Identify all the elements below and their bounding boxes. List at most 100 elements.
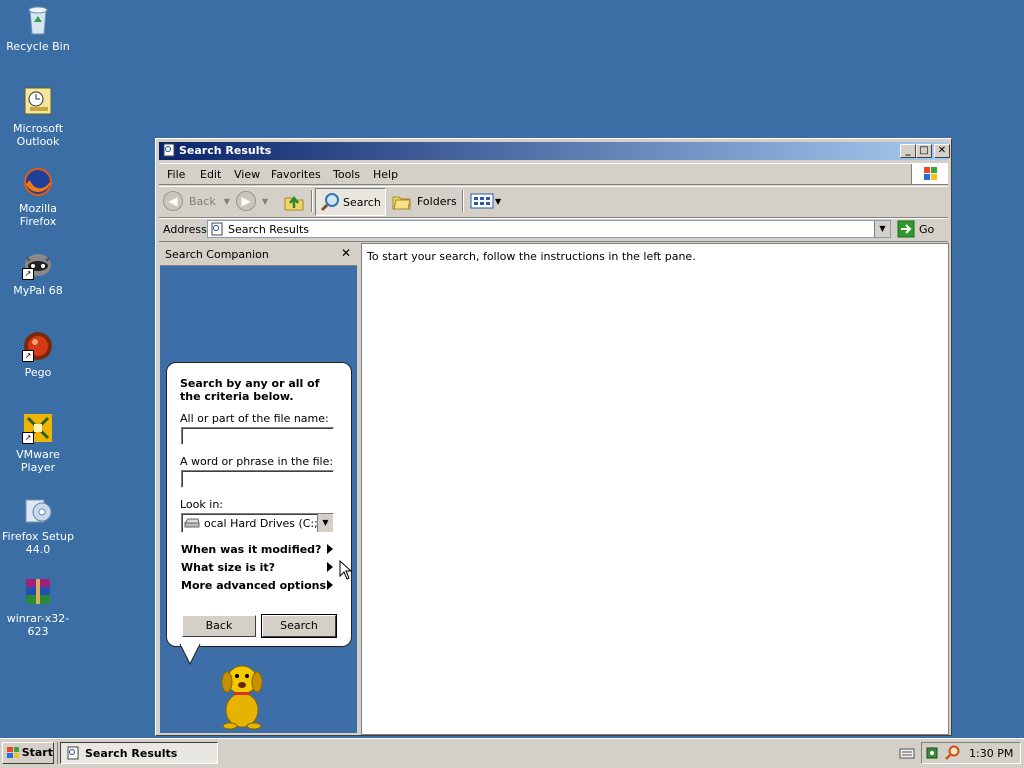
back-arrow-icon: ◀ — [163, 191, 183, 211]
phrase-input[interactable] — [181, 470, 334, 488]
start-label: Start — [21, 746, 53, 759]
go-button[interactable]: Go — [897, 219, 934, 239]
desktop-icon-label: Firefox Setup 44.0 — [2, 530, 74, 556]
winrar-icon — [22, 576, 54, 608]
filename-input[interactable] — [181, 427, 334, 445]
companion-close-icon[interactable]: ✕ — [341, 246, 351, 260]
desktop-icon-pego[interactable]: ↗ Pego — [0, 330, 76, 379]
views-button[interactable]: ▼ — [470, 187, 501, 215]
lookin-select[interactable]: ocal Hard Drives (C:;E:) ▼ — [181, 513, 334, 533]
task-label: Search Results — [85, 746, 178, 760]
start-button[interactable]: Start — [2, 742, 54, 764]
go-label: Go — [919, 222, 935, 236]
companion-back-button[interactable]: Back — [182, 615, 256, 637]
windows-start-icon — [7, 747, 19, 758]
menu-edit[interactable]: Edit — [200, 168, 221, 181]
go-arrow-icon — [897, 220, 915, 238]
option-size-label: What size is it? — [181, 561, 276, 574]
window-icon — [162, 143, 176, 157]
up-folder-button[interactable] — [283, 187, 305, 215]
back-dropdown-icon: ▼ — [223, 196, 230, 206]
mouse-cursor-icon — [339, 559, 353, 583]
desktop-icon-label: winrar-x32-623 — [6, 612, 70, 638]
search-tray-icon[interactable] — [944, 745, 960, 764]
desktop-icon-outlook[interactable]: Microsoft Outlook — [0, 86, 76, 148]
companion-header: Search Companion ✕ — [160, 243, 357, 266]
back-button[interactable]: ◀ Back ▼ — [163, 187, 230, 215]
folders-button[interactable]: Folders — [391, 187, 457, 215]
expand-arrow-icon — [327, 544, 333, 554]
clock: 1:30 PM — [969, 747, 1014, 760]
desktop-icon-vmware[interactable]: ↗ VMware Player — [0, 412, 76, 474]
forward-dropdown-icon: ▼ — [262, 196, 269, 206]
close-button[interactable]: ✕ — [934, 144, 950, 158]
search-button[interactable]: Search — [315, 188, 386, 216]
search-results-window: Search Results _ □ ✕ File Edit View Favo… — [155, 138, 952, 736]
views-icon — [470, 193, 494, 209]
lookin-dropdown-button[interactable]: ▼ — [317, 514, 333, 532]
search-page-icon — [210, 222, 224, 239]
search-page-icon — [67, 746, 79, 760]
option-advanced-label: More advanced options — [181, 579, 327, 592]
search-label: Search — [343, 195, 381, 209]
title-bar[interactable]: Search Results _ □ ✕ — [159, 142, 950, 160]
taskbar-task-search-results[interactable]: Search Results — [60, 742, 218, 764]
up-folder-icon — [284, 195, 304, 211]
desktop-icon-label: Recycle Bin — [6, 40, 70, 53]
outlook-icon — [22, 86, 54, 118]
back-label: Back — [189, 194, 216, 208]
address-dropdown-button[interactable]: ▼ — [874, 221, 890, 237]
search-companion-pane: Search by any or all of the criteria bel… — [160, 266, 357, 733]
companion-title: Search Companion — [165, 248, 269, 261]
menu-tools[interactable]: Tools — [333, 168, 360, 181]
desktop-icon-label: VMware Player — [16, 448, 60, 474]
forward-button[interactable]: ▶ ▼ — [236, 187, 268, 215]
menu-help[interactable]: Help — [373, 168, 398, 181]
option-modified-label: When was it modified? — [181, 543, 322, 556]
network-tray-icon[interactable] — [926, 745, 942, 764]
menu-bar: File Edit View Favorites Tools Help — [159, 163, 948, 185]
firefox-setup-icon — [22, 494, 54, 526]
expand-arrow-icon — [327, 580, 333, 590]
lookin-label: Look in: — [180, 498, 223, 511]
results-message: To start your search, follow the instruc… — [367, 250, 696, 263]
option-modified[interactable]: When was it modified? — [181, 543, 333, 556]
desktop-icon-label: Mozilla Firefox — [19, 202, 57, 228]
bubble-tail — [178, 643, 202, 669]
minimize-button[interactable]: _ — [900, 144, 916, 158]
address-bar: Address Search Results ▼ Go — [159, 218, 948, 242]
desktop-icon-winrar[interactable]: winrar-x32-623 — [0, 576, 76, 638]
desktop-icon-label: Pego — [24, 366, 52, 379]
filename-label: All or part of the file name: — [180, 412, 329, 425]
system-tray: 1:30 PM — [921, 742, 1021, 764]
menu-file[interactable]: File — [167, 168, 185, 181]
desktop-icon-firefox[interactable]: Mozilla Firefox — [0, 166, 76, 228]
pego-icon: ↗ — [22, 330, 54, 362]
search-dog-icon — [212, 658, 274, 733]
desktop-icon-mypal[interactable]: ↗ MyPal 68 — [0, 248, 76, 297]
keyboard-icon[interactable] — [899, 747, 915, 762]
option-size[interactable]: What size is it? — [181, 561, 333, 574]
forward-arrow-icon: ▶ — [236, 191, 256, 211]
window-title: Search Results — [179, 144, 272, 157]
address-input[interactable]: Search Results ▼ — [207, 220, 891, 238]
toolbar-separator — [311, 190, 313, 212]
desktop-icon-recycle-bin[interactable]: Recycle Bin — [0, 4, 76, 53]
folders-label: Folders — [417, 194, 457, 208]
magnifier-icon — [320, 193, 339, 212]
standard-toolbar: ◀ Back ▼ ▶ ▼ Search Folders ▼ — [159, 186, 948, 218]
vmware-icon: ↗ — [22, 412, 54, 444]
companion-search-button[interactable]: Search — [261, 614, 337, 638]
maximize-button[interactable]: □ — [916, 144, 932, 158]
views-dropdown-icon: ▼ — [495, 196, 502, 206]
menu-favorites[interactable]: Favorites — [271, 168, 321, 181]
taskbar: Start Search Results 1:30 PM — [0, 738, 1024, 768]
folders-icon — [392, 196, 411, 210]
hard-drive-icon — [184, 517, 200, 532]
mypal-icon: ↗ — [22, 248, 54, 280]
desktop-icon-firefox-setup[interactable]: Firefox Setup 44.0 — [0, 494, 76, 556]
lookin-value: ocal Hard Drives (C:;E:) — [204, 517, 333, 530]
option-advanced[interactable]: More advanced options — [181, 579, 333, 592]
menu-view[interactable]: View — [234, 168, 260, 181]
bubble-heading: Search by any or all of the criteria bel… — [180, 377, 320, 403]
